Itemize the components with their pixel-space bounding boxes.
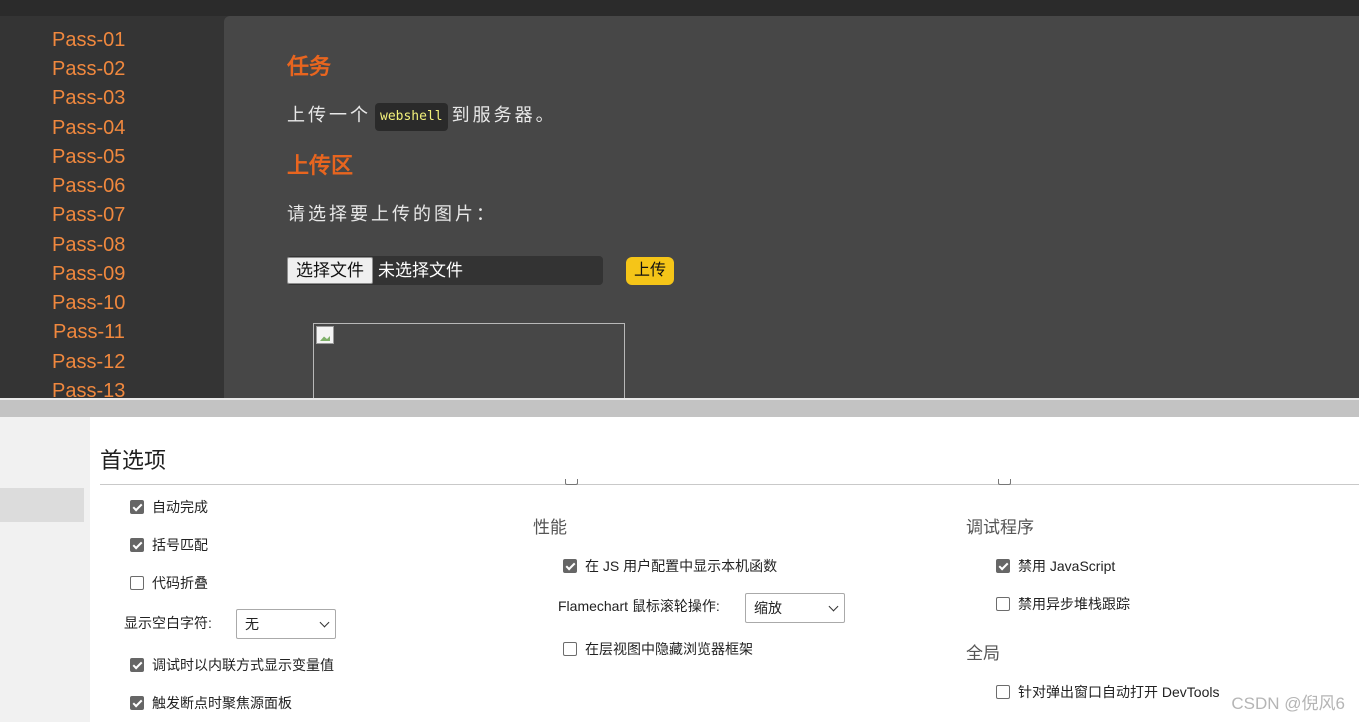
sidebar-link-pass-12[interactable]: Pass-12 [52, 350, 125, 374]
bracket-match-label: 括号匹配 [152, 537, 208, 553]
whitespace-label: 显示空白字符: [124, 615, 212, 631]
clipped-checkbox-icon [565, 479, 578, 485]
clipped-checkbox-icon [998, 479, 1011, 485]
inline-values-option[interactable]: 调试时以内联方式显示变量值 [130, 654, 334, 676]
whitespace-select[interactable]: 无 [236, 609, 336, 639]
no-file-text: 未选择文件 [378, 261, 463, 280]
sidebar-link-pass-09[interactable]: Pass-09 [52, 262, 125, 286]
bracket-match-option[interactable]: 括号匹配 [130, 534, 208, 556]
native-functions-label: 在 JS 用户配置中显示本机函数 [585, 558, 778, 574]
disable-js-label: 禁用 JavaScript [1018, 558, 1116, 574]
checkbox-checked-icon[interactable] [130, 538, 144, 552]
sidebar-link-pass-07[interactable]: Pass-07 [52, 203, 125, 227]
task-code: webshell [375, 103, 448, 131]
preview-image [313, 323, 625, 398]
upload-button[interactable]: 上传 [626, 257, 675, 285]
task-prefix: 上传一个 [287, 105, 371, 125]
sidebar-link-pass-04[interactable]: Pass-04 [52, 116, 125, 140]
checkbox-unchecked-icon[interactable] [563, 642, 577, 656]
title-divider [100, 484, 1359, 485]
focus-sources-option[interactable]: 触发断点时聚焦源面板 [130, 692, 292, 714]
inline-values-label: 调试时以内联方式显示变量值 [152, 657, 334, 673]
file-input[interactable]: 选择文件 未选择文件 [287, 256, 603, 285]
chevron-down-icon [319, 617, 330, 628]
sidebar-link-pass-05[interactable]: Pass-05 [52, 145, 125, 169]
checkbox-checked-icon[interactable] [130, 696, 144, 710]
flamechart-select[interactable]: 缩放 [745, 593, 845, 623]
sidebar-link-pass-08[interactable]: Pass-08 [52, 233, 125, 257]
code-folding-label: 代码折叠 [152, 575, 208, 591]
task-heading: 任务 [287, 54, 332, 79]
whitespace-select-value: 无 [245, 616, 259, 632]
autocomplete-option[interactable]: 自动完成 [130, 496, 208, 518]
auto-open-popup-label: 针对弹出窗口自动打开 DevTools [1018, 684, 1220, 700]
checkbox-checked-icon[interactable] [563, 559, 577, 573]
web-page: Pass-01 Pass-02 Pass-03 Pass-04 Pass-05 … [0, 0, 1359, 398]
task-description: 上传一个 webshell 到服务器。 [287, 103, 557, 131]
broken-image-icon [316, 326, 334, 344]
sidebar-link-pass-10[interactable]: Pass-10 [52, 291, 125, 315]
choose-file-button[interactable]: 选择文件 [287, 257, 373, 284]
native-functions-option[interactable]: 在 JS 用户配置中显示本机函数 [563, 555, 777, 577]
disable-async-option[interactable]: 禁用异步堆栈跟踪 [996, 593, 1130, 615]
checkbox-checked-icon[interactable] [130, 500, 144, 514]
debugger-section-title: 调试程序 [966, 518, 1034, 537]
disable-js-option[interactable]: 禁用 JavaScript [996, 555, 1115, 577]
sidebar: Pass-01 Pass-02 Pass-03 Pass-04 Pass-05 … [0, 16, 224, 398]
autocomplete-label: 自动完成 [152, 499, 208, 515]
checkbox-checked-icon[interactable] [130, 658, 144, 672]
sidebar-link-pass-01[interactable]: Pass-01 [52, 28, 125, 52]
sidebar-link-pass-03[interactable]: Pass-03 [52, 86, 125, 110]
settings-nav [0, 417, 90, 722]
global-section-title: 全局 [966, 644, 1000, 663]
settings-nav-selected-item[interactable] [0, 488, 84, 522]
top-strip [0, 0, 1359, 16]
choose-prompt: 请选择要上传的图片： [287, 204, 497, 224]
focus-sources-label: 触发断点时聚焦源面板 [152, 695, 292, 711]
checkbox-unchecked-icon[interactable] [996, 597, 1010, 611]
watermark: CSDN @倪风6 [1231, 694, 1345, 713]
chevron-down-icon [828, 601, 839, 612]
task-suffix: 到服务器。 [451, 105, 557, 125]
flamechart-label: Flamechart 鼠标滚轮操作: [558, 598, 720, 614]
preferences-title: 首选项 [100, 448, 167, 473]
checkbox-unchecked-icon[interactable] [996, 685, 1010, 699]
sidebar-link-pass-02[interactable]: Pass-02 [52, 57, 125, 81]
sidebar-link-pass-06[interactable]: Pass-06 [52, 174, 125, 198]
checkbox-unchecked-icon[interactable] [130, 576, 144, 590]
upload-heading: 上传区 [287, 153, 354, 178]
auto-open-popup-option[interactable]: 针对弹出窗口自动打开 DevTools [996, 681, 1219, 703]
sidebar-link-pass-13[interactable]: Pass-13 [52, 379, 125, 398]
sidebar-link-pass-11[interactable]: Pass-11 [53, 320, 125, 344]
devtools-panel: 首选项 自动完成 括号匹配 代码折叠 显示空白字符: 无 调试时以内联方式显示变… [0, 417, 1359, 722]
main-content: 任务 上传一个 webshell 到服务器。 上传区 请选择要上传的图片： 选择文件… [224, 16, 1359, 398]
checkbox-checked-icon[interactable] [996, 559, 1010, 573]
devtools-splitter[interactable] [0, 400, 1359, 417]
performance-section-title: 性能 [533, 518, 567, 537]
hide-frames-label: 在层视图中隐藏浏览器框架 [585, 641, 753, 657]
disable-async-label: 禁用异步堆栈跟踪 [1018, 596, 1130, 612]
code-folding-option[interactable]: 代码折叠 [130, 572, 208, 594]
flamechart-select-value: 缩放 [754, 600, 782, 616]
hide-frames-option[interactable]: 在层视图中隐藏浏览器框架 [563, 638, 753, 660]
